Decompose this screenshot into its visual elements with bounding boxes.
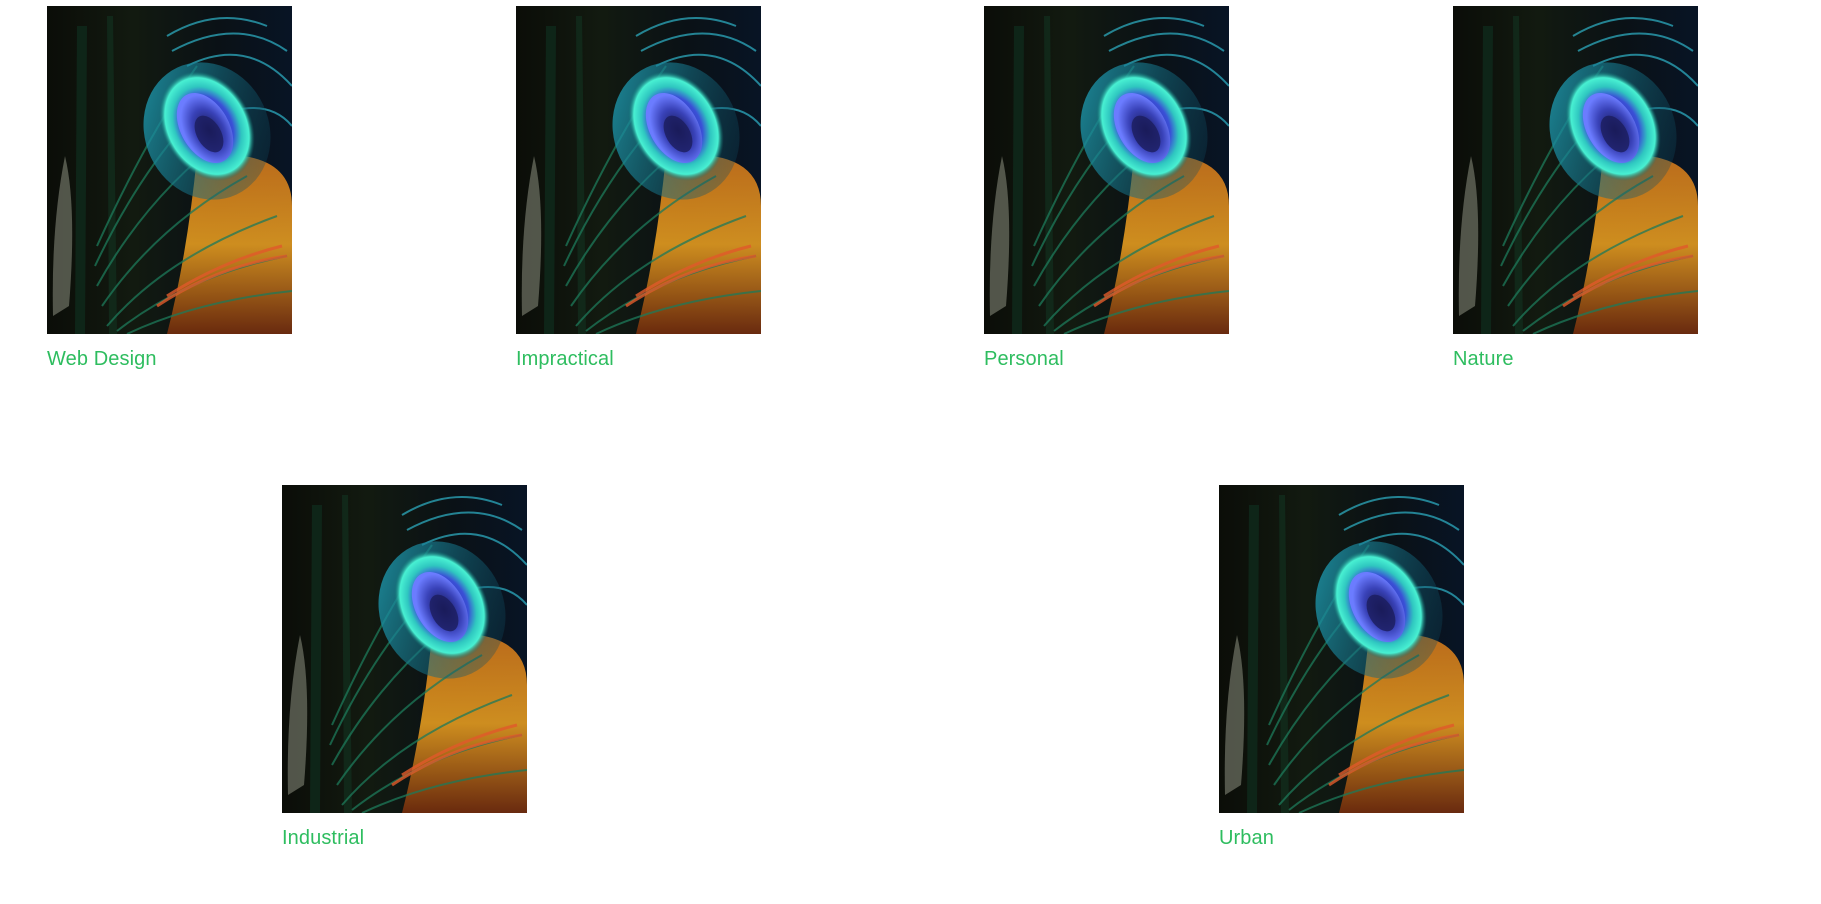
peacock-feather-image: [282, 485, 527, 813]
peacock-feather-image: [47, 6, 292, 334]
gallery-caption[interactable]: Industrial: [282, 826, 527, 850]
gallery-caption[interactable]: Personal: [984, 347, 1229, 371]
category-gallery: Web Design Impractical Personal Nature I…: [0, 0, 1821, 904]
gallery-card-industrial[interactable]: Industrial: [282, 485, 527, 850]
peacock-feather-image: [984, 6, 1229, 334]
gallery-card-impractical[interactable]: Impractical: [516, 6, 761, 371]
gallery-thumbnail[interactable]: [1219, 485, 1464, 813]
gallery-caption[interactable]: Web Design: [47, 347, 292, 371]
gallery-card-nature[interactable]: Nature: [1453, 6, 1698, 371]
gallery-thumbnail[interactable]: [1453, 6, 1698, 334]
gallery-caption[interactable]: Nature: [1453, 347, 1698, 371]
peacock-feather-image: [1219, 485, 1464, 813]
peacock-feather-image: [516, 6, 761, 334]
gallery-caption[interactable]: Impractical: [516, 347, 761, 371]
gallery-card-personal[interactable]: Personal: [984, 6, 1229, 371]
gallery-thumbnail[interactable]: [282, 485, 527, 813]
gallery-thumbnail[interactable]: [47, 6, 292, 334]
gallery-caption[interactable]: Urban: [1219, 826, 1464, 850]
gallery-card-urban[interactable]: Urban: [1219, 485, 1464, 850]
peacock-feather-image: [1453, 6, 1698, 334]
gallery-thumbnail[interactable]: [984, 6, 1229, 334]
gallery-card-web-design[interactable]: Web Design: [47, 6, 292, 371]
gallery-thumbnail[interactable]: [516, 6, 761, 334]
